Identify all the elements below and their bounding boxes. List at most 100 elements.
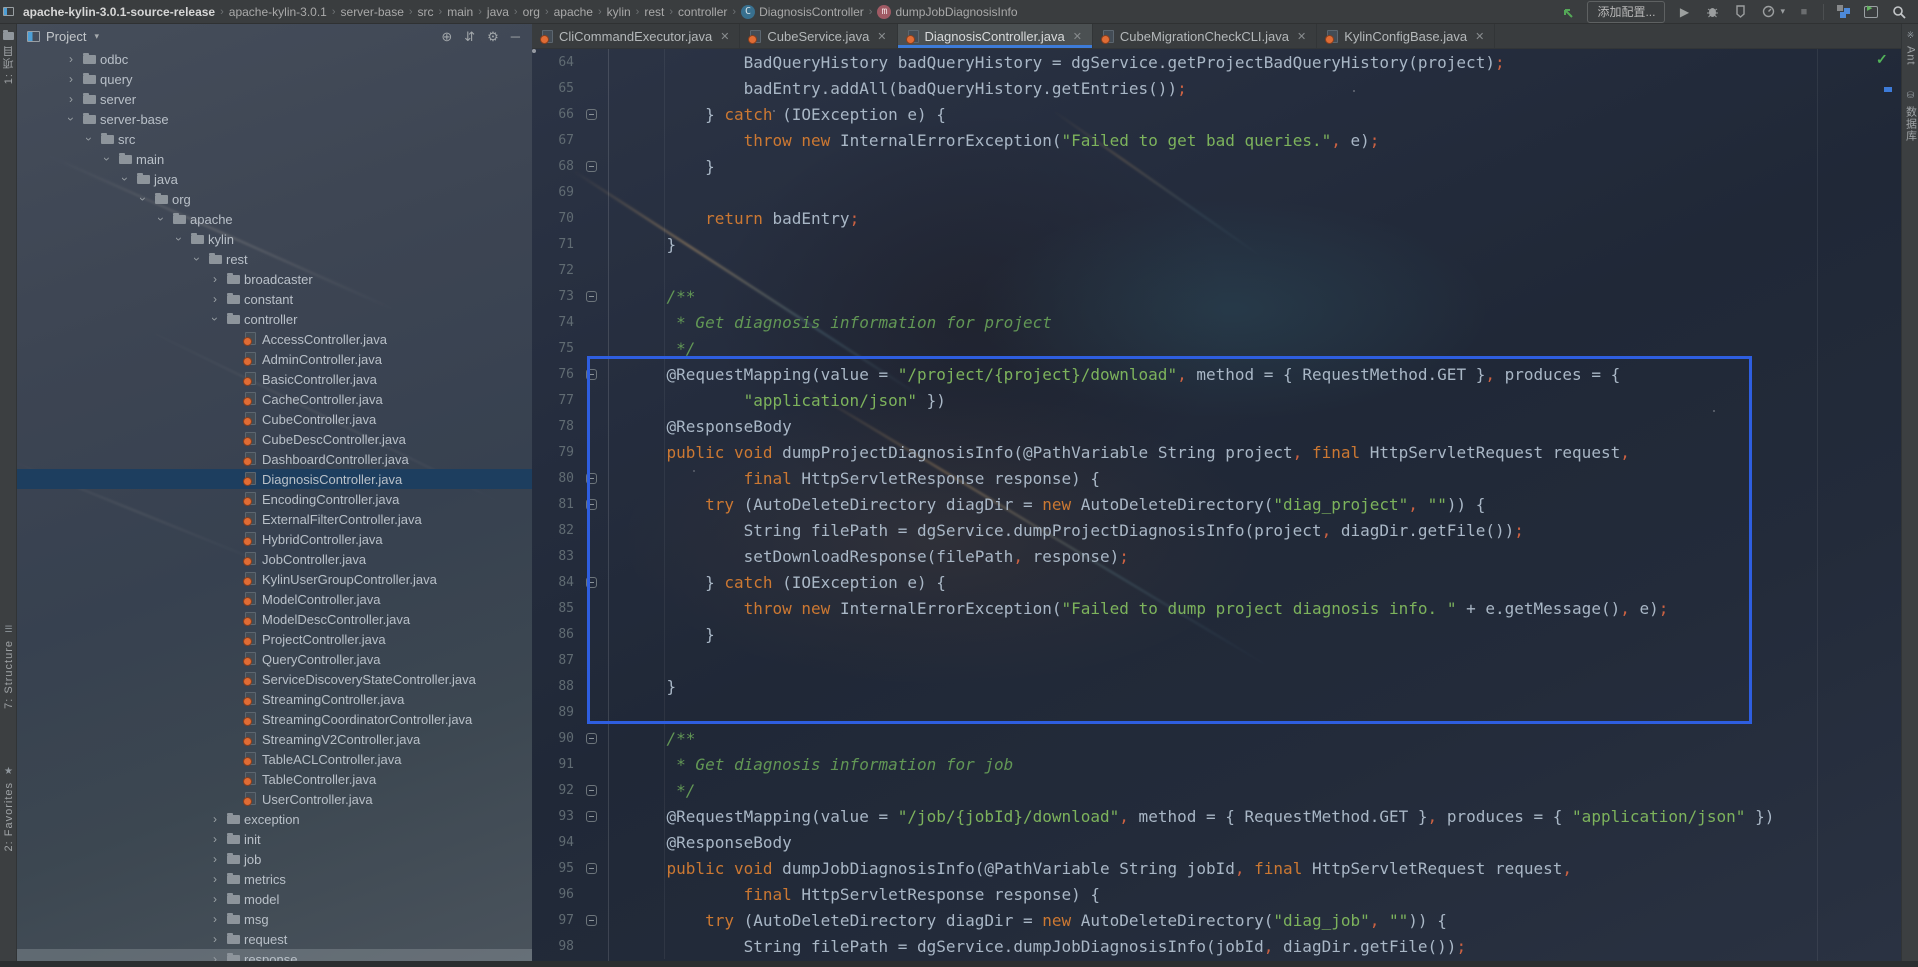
line-number[interactable]: 82 [532, 518, 574, 544]
tree-file-streamingv2controller[interactable]: StreamingV2Controller.java [17, 729, 532, 749]
line-number[interactable]: 69 [532, 180, 574, 206]
chevron-expanded-icon[interactable]: › [208, 314, 222, 324]
breadcrumb-item[interactable]: server-base [341, 5, 404, 19]
breadcrumb-item[interactable]: mdumpJobDiagnosisInfo [877, 5, 1017, 19]
code-line-93[interactable]: 93 @RequestMapping(value = "/job/{jobId}… [532, 804, 1901, 830]
profiler-icon[interactable] [1759, 3, 1777, 21]
code-line-74[interactable]: 74 * Get diagnosis information for proje… [532, 310, 1901, 336]
fold-marker-icon[interactable] [586, 811, 597, 822]
line-number[interactable]: 78 [532, 414, 574, 440]
inspection-ok-icon[interactable]: ✓ [1876, 51, 1888, 68]
line-number[interactable]: 94 [532, 830, 574, 856]
line-number[interactable]: 88 [532, 674, 574, 700]
tree-folder-odbc[interactable]: ›odbc [17, 49, 532, 69]
code-line-90[interactable]: 90 /** [532, 726, 1901, 752]
close-icon[interactable]: ✕ [1073, 30, 1082, 43]
close-icon[interactable]: ✕ [720, 30, 729, 43]
chevron-collapsed-icon[interactable]: › [66, 72, 76, 86]
tree-folder-broadcaster[interactable]: ›broadcaster [17, 269, 532, 289]
breadcrumb-item[interactable]: apache [554, 5, 593, 19]
tree-file-accesscontroller[interactable]: AccessController.java [17, 329, 532, 349]
chevron-collapsed-icon[interactable]: › [210, 812, 220, 826]
run-window-icon[interactable] [1862, 3, 1880, 21]
chevron-expanded-icon[interactable]: › [172, 234, 186, 244]
profiler-dropdown-icon[interactable]: ▾ [1780, 6, 1785, 17]
tree-file-cubedesccontroller[interactable]: CubeDescController.java [17, 429, 532, 449]
line-number[interactable]: 91 [532, 752, 574, 778]
code-line-96[interactable]: 96 final HttpServletResponse response) { [532, 882, 1901, 908]
code-line-71[interactable]: 71 } [532, 232, 1901, 258]
tree-file-querycontroller[interactable]: QueryController.java [17, 649, 532, 669]
line-number[interactable]: 83 [532, 544, 574, 570]
code-line-68[interactable]: 68 } [532, 154, 1901, 180]
tree-folder-controller[interactable]: ›controller [17, 309, 532, 329]
tree-file-kylinusergroupcontroller[interactable]: KylinUserGroupController.java [17, 569, 532, 589]
tree-file-admincontroller[interactable]: AdminController.java [17, 349, 532, 369]
line-number[interactable]: 89 [532, 700, 574, 726]
line-number[interactable]: 65 [532, 76, 574, 102]
code-line-66[interactable]: 66 } catch (IOException e) { [532, 102, 1901, 128]
breadcrumb-item[interactable]: kylin [607, 5, 631, 19]
line-number[interactable]: 93 [532, 804, 574, 830]
code-line-64[interactable]: 64 BadQueryHistory badQueryHistory = dgS… [532, 50, 1901, 76]
tab-cubeservice[interactable]: CubeService.java✕ [740, 24, 897, 48]
tree-folder-exception[interactable]: ›exception [17, 809, 532, 829]
breadcrumb-item[interactable]: org [523, 5, 540, 19]
line-number[interactable]: 66 [532, 102, 574, 128]
tree-file-modelcontroller[interactable]: ModelController.java [17, 589, 532, 609]
line-number[interactable]: 85 [532, 596, 574, 622]
tree-folder-model[interactable]: ›model [17, 889, 532, 909]
fold-marker-icon[interactable] [586, 733, 597, 744]
code-line-91[interactable]: 91 * Get diagnosis information for job [532, 752, 1901, 778]
tree-file-dashboardcontroller[interactable]: DashboardController.java [17, 449, 532, 469]
chevron-expanded-icon[interactable]: › [154, 214, 168, 224]
chevron-collapsed-icon[interactable]: › [210, 932, 220, 946]
tree-folder-apache[interactable]: ›apache [17, 209, 532, 229]
chevron-collapsed-icon[interactable]: › [210, 892, 220, 906]
tree-folder-metrics[interactable]: ›metrics [17, 869, 532, 889]
tree-file-tablecontroller[interactable]: TableController.java [17, 769, 532, 789]
tree-folder-query[interactable]: ›query [17, 69, 532, 89]
fold-marker-icon[interactable] [586, 863, 597, 874]
breadcrumb-item[interactable]: apache-kylin-3.0.1-source-release [23, 5, 215, 19]
line-number[interactable]: 87 [532, 648, 574, 674]
line-number[interactable]: 74 [532, 310, 574, 336]
code-line-98[interactable]: 98 String filePath = dgService.dumpJobDi… [532, 934, 1901, 960]
line-number[interactable]: 75 [532, 336, 574, 362]
chevron-expanded-icon[interactable]: › [118, 174, 132, 184]
line-number[interactable]: 70 [532, 206, 574, 232]
code-line-69[interactable]: 69 [532, 180, 1901, 206]
collapse-all-icon[interactable]: ⇵ [464, 30, 475, 43]
line-number[interactable]: 71 [532, 232, 574, 258]
chevron-expanded-icon[interactable]: › [136, 194, 150, 204]
chevron-collapsed-icon[interactable]: › [66, 92, 76, 106]
chevron-collapsed-icon[interactable]: › [210, 872, 220, 886]
chevron-collapsed-icon[interactable]: › [210, 912, 220, 926]
line-number[interactable]: 92 [532, 778, 574, 804]
breadcrumb-item[interactable]: rest [644, 5, 664, 19]
tab-cubemigrationcheckcli[interactable]: CubeMigrationCheckCLI.java✕ [1093, 24, 1317, 48]
tree-folder-constant[interactable]: ›constant [17, 289, 532, 309]
breadcrumb-item[interactable]: src [418, 5, 434, 19]
chevron-expanded-icon[interactable]: › [64, 114, 78, 124]
code-line-94[interactable]: 94 @ResponseBody [532, 830, 1901, 856]
breadcrumb-item[interactable]: main [447, 5, 473, 19]
tree-folder-job[interactable]: ›job [17, 849, 532, 869]
line-number[interactable]: 68 [532, 154, 574, 180]
line-number[interactable]: 73 [532, 284, 574, 310]
fold-marker-icon[interactable] [586, 785, 597, 796]
chevron-expanded-icon[interactable]: › [190, 254, 204, 264]
hide-icon[interactable]: ─ [511, 30, 520, 43]
project-panel-title[interactable]: Project ▾ [27, 29, 99, 44]
tree-file-diagnosiscontroller[interactable]: DiagnosisController.java [17, 469, 532, 489]
line-number[interactable]: 97 [532, 908, 574, 934]
stop-icon[interactable]: ■ [1795, 3, 1813, 21]
line-number[interactable]: 86 [532, 622, 574, 648]
line-number[interactable]: 77 [532, 388, 574, 414]
close-icon[interactable]: ✕ [877, 30, 886, 43]
line-number[interactable]: 72 [532, 258, 574, 284]
line-number[interactable]: 64 [532, 50, 574, 76]
run-icon[interactable]: ▶ [1675, 3, 1693, 21]
tree-file-hybridcontroller[interactable]: HybridController.java [17, 529, 532, 549]
line-number[interactable]: 81 [532, 492, 574, 518]
